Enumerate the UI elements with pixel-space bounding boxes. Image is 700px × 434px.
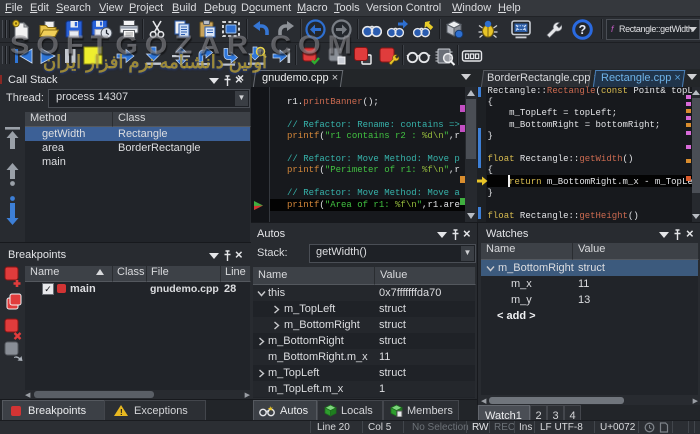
svg-text:?: ? [579,23,587,37]
